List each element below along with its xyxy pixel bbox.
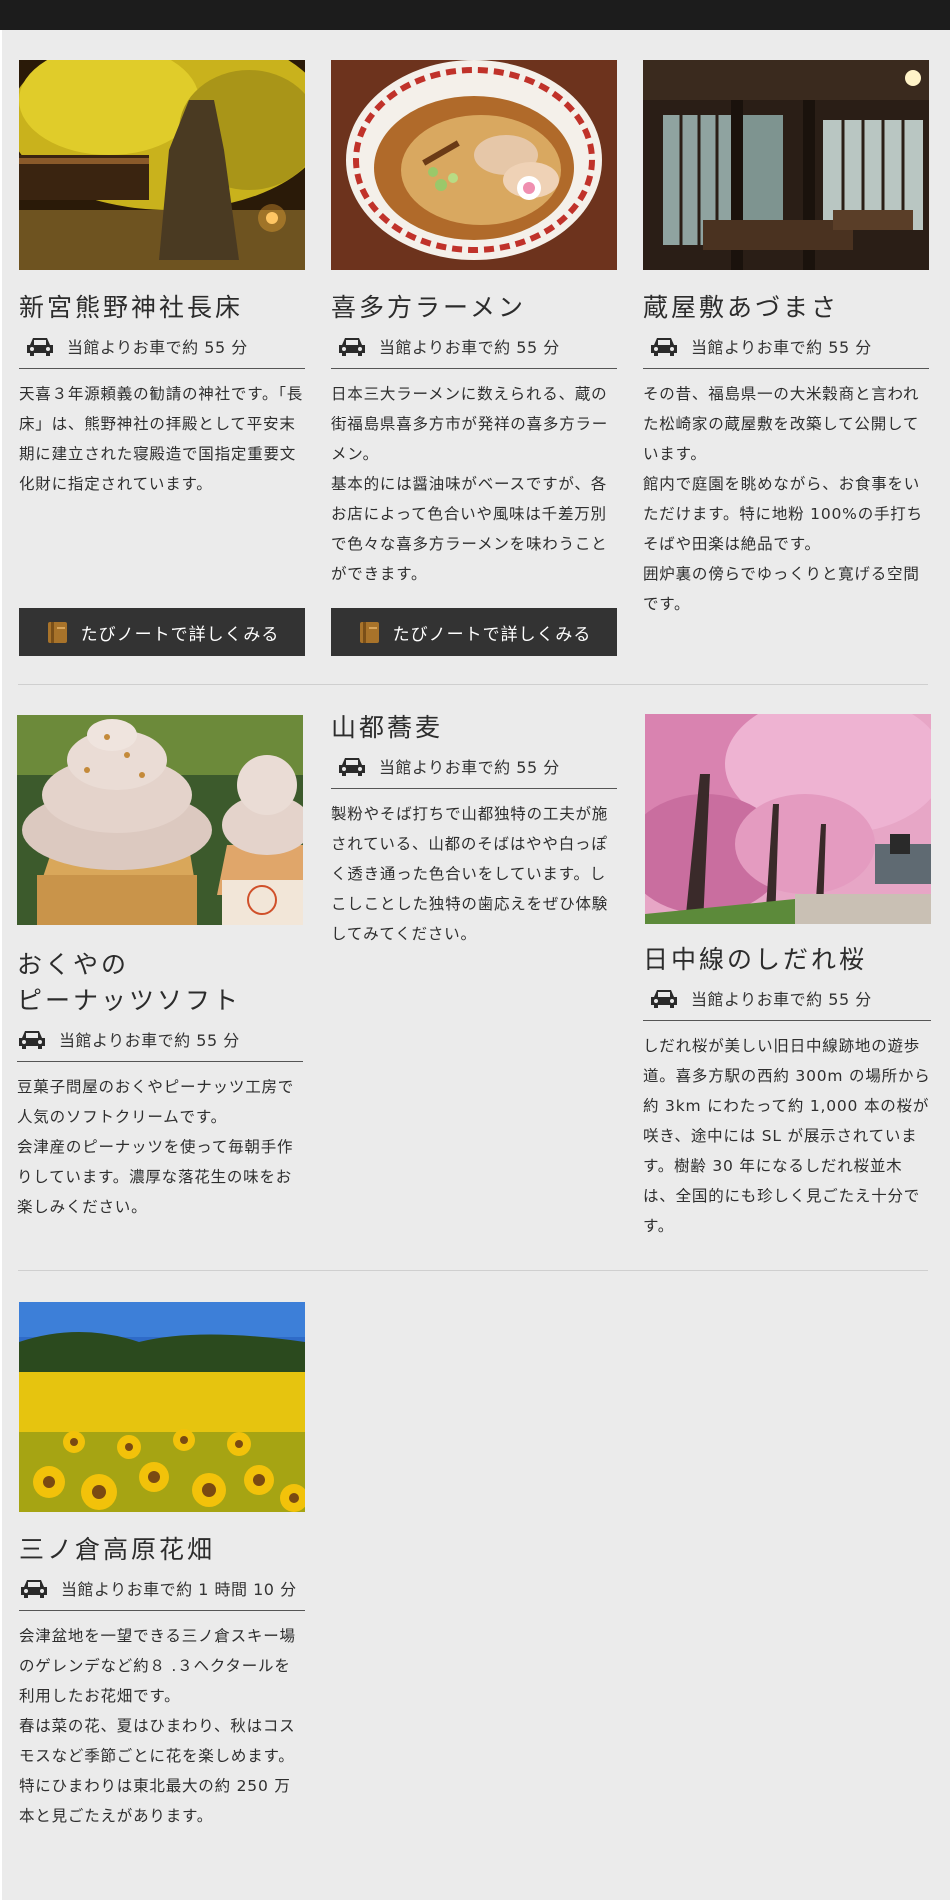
access-text: 当館よりお車で約 55 分 bbox=[59, 1031, 240, 1050]
tabinote-detail-button[interactable]: たびノートで詳しくみる bbox=[331, 608, 617, 656]
spot-card-kumano-shrine: 新宮熊野神社長床 当館よりお車で約 55 分 天喜３年源頼義の勧請の神社です。「… bbox=[19, 60, 305, 499]
car-icon bbox=[339, 338, 365, 356]
access-info: 当館よりお車で約 1 時間 10 分 bbox=[19, 1568, 305, 1611]
title-line: おくやの bbox=[17, 950, 130, 979]
access-text: 当館よりお車で約 55 分 bbox=[691, 338, 872, 357]
access-text: 当館よりお車で約 55 分 bbox=[67, 338, 248, 357]
description-paragraph: 会津産のピーナッツを使って毎朝手作りしています。濃厚な落花生の味をお楽しみくださ… bbox=[17, 1138, 294, 1216]
spot-title: 山都蕎麦 bbox=[331, 713, 444, 742]
car-icon bbox=[19, 1031, 45, 1049]
access-info: 当館よりお車で約 55 分 bbox=[17, 1019, 303, 1062]
car-icon bbox=[27, 338, 53, 356]
spot-description: しだれ桜が美しい旧日中線跡地の遊歩道。喜多方駅の西約 300m の場所から約 3… bbox=[643, 1021, 931, 1241]
description-paragraph: 製粉やそば打ちで山都独特の工夫が施されている、山都のそばはやや白っぽく透き通った… bbox=[331, 805, 609, 943]
spot-description: 会津盆地を一望できる三ノ倉スキー場のゲレンデなど約８ .３ヘクタールを利用したお… bbox=[19, 1611, 305, 1831]
kumano-shrine-photo bbox=[19, 60, 305, 270]
description-paragraph: 囲炉裏の傍らでゆっくりと寛げる空間です。 bbox=[643, 565, 920, 613]
spot-title: 三ノ倉高原花畑 bbox=[19, 1535, 216, 1564]
access-text: 当館よりお車で約 55 分 bbox=[379, 758, 560, 777]
book-icon bbox=[47, 622, 67, 643]
sunflower-field-photo bbox=[19, 1302, 305, 1512]
spot-description: その昔、福島県一の大米穀商と言われた松崎家の蔵屋敷を改築して公開しています。 館… bbox=[643, 369, 929, 619]
description-paragraph: 基本的には醤油味がベースですが、各お店によって色合いや風味は千差万別で色々な喜多… bbox=[331, 475, 608, 583]
description-paragraph: しだれ桜が美しい旧日中線跡地の遊歩道。喜多方駅の西約 300m の場所から約 3… bbox=[643, 1037, 931, 1235]
access-text: 当館よりお車で約 55 分 bbox=[379, 338, 560, 357]
description-paragraph: その昔、福島県一の大米穀商と言われた松崎家の蔵屋敷を改築して公開しています。 bbox=[643, 385, 920, 463]
spot-card-kitakata-ramen: 喜多方ラーメン 当館よりお車で約 55 分 日本三大ラーメンに数えられる、蔵の街… bbox=[331, 60, 617, 589]
description-paragraph: 春は菜の花、夏はひまわり、秋はコスモスなど季節ごとに花を楽しめます。 bbox=[19, 1717, 296, 1765]
car-icon bbox=[339, 758, 365, 776]
description-paragraph: 天喜３年源頼義の勧請の神社です。「長床」は、熊野神社の拝殿として平安末期に建立さ… bbox=[19, 385, 304, 493]
weeping-cherry-photo bbox=[645, 714, 931, 924]
spot-description: 製粉やそば打ちで山都独特の工夫が施されている、山都のそばはやや白っぽく透き通った… bbox=[331, 789, 617, 949]
access-info: 当館よりお車で約 55 分 bbox=[19, 326, 305, 369]
spot-card-yamato-soba: 山都蕎麦 当館よりお車で約 55 分 製粉やそば打ちで山都独特の工夫が施されてい… bbox=[331, 710, 617, 949]
spot-title: おくやの ピーナッツソフト bbox=[17, 947, 303, 1019]
button-label: たびノートで詳しくみる bbox=[392, 624, 592, 645]
row-divider bbox=[18, 1270, 928, 1271]
access-info: 当館よりお車で約 55 分 bbox=[331, 326, 617, 369]
peanut-softcream-photo bbox=[17, 715, 303, 925]
spot-card-kurayashiki: 蔵屋敷あづまさ 当館よりお車で約 55 分 その昔、福島県一の大米穀商と言われた… bbox=[643, 60, 929, 619]
row-divider bbox=[18, 684, 928, 685]
spot-card-sannokura-flowers: 三ノ倉高原花畑 当館よりお車で約 1 時間 10 分 会津盆地を一望できる三ノ倉… bbox=[19, 1302, 305, 1831]
car-icon bbox=[651, 990, 677, 1008]
spot-title: 新宮熊野神社長床 bbox=[19, 293, 244, 322]
title-line: ピーナッツソフト bbox=[17, 986, 242, 1015]
description-paragraph: 館内で庭園を眺めながら、お食事をいただけます。特に地粉 100%の手打ちそばや田… bbox=[643, 475, 923, 553]
spot-card-nicchu-sakura: 日中線のしだれ桜 当館よりお車で約 55 分 しだれ桜が美しい旧日中線跡地の遊歩… bbox=[643, 714, 931, 1241]
car-icon bbox=[651, 338, 677, 356]
description-paragraph: 日本三大ラーメンに数えられる、蔵の街福島県喜多方市が発祥の喜多方ラーメン。 bbox=[331, 385, 609, 463]
spot-description: 日本三大ラーメンに数えられる、蔵の街福島県喜多方市が発祥の喜多方ラーメン。 基本… bbox=[331, 369, 617, 589]
access-info: 当館よりお車で約 55 分 bbox=[643, 326, 929, 369]
top-bar bbox=[0, 0, 950, 30]
spot-title: 蔵屋敷あづまさ bbox=[643, 293, 840, 322]
book-icon bbox=[359, 622, 379, 643]
spot-title: 日中線のしだれ桜 bbox=[643, 945, 868, 974]
description-paragraph: 特にひまわりは東北最大の約 250 万本と見ごたえがあります。 bbox=[19, 1777, 291, 1825]
spot-card-okuya-softcream: おくやの ピーナッツソフト 当館よりお車で約 55 分 豆菓子問屋のおくやピーナ… bbox=[17, 715, 303, 1222]
access-info: 当館よりお車で約 55 分 bbox=[643, 978, 931, 1021]
access-text: 当館よりお車で約 55 分 bbox=[691, 990, 872, 1009]
tabinote-detail-button[interactable]: たびノートで詳しくみる bbox=[19, 608, 305, 656]
kurayashiki-photo bbox=[643, 60, 929, 270]
description-paragraph: 豆菓子問屋のおくやピーナッツ工房で人気のソフトクリームです。 bbox=[17, 1078, 295, 1126]
spot-description: 天喜３年源頼義の勧請の神社です。「長床」は、熊野神社の拝殿として平安末期に建立さ… bbox=[19, 369, 305, 499]
spot-title: 喜多方ラーメン bbox=[331, 293, 527, 322]
button-label: たびノートで詳しくみる bbox=[80, 624, 280, 645]
spot-description: 豆菓子問屋のおくやピーナッツ工房で人気のソフトクリームです。 会津産のピーナッツ… bbox=[17, 1062, 303, 1222]
kitakata-ramen-photo bbox=[331, 60, 617, 270]
access-info: 当館よりお車で約 55 分 bbox=[331, 746, 617, 789]
car-icon bbox=[21, 1580, 47, 1598]
description-paragraph: 会津盆地を一望できる三ノ倉スキー場のゲレンデなど約８ .３ヘクタールを利用したお… bbox=[19, 1627, 296, 1705]
access-text: 当館よりお車で約 1 時間 10 分 bbox=[61, 1580, 297, 1599]
left-border bbox=[0, 30, 2, 1900]
